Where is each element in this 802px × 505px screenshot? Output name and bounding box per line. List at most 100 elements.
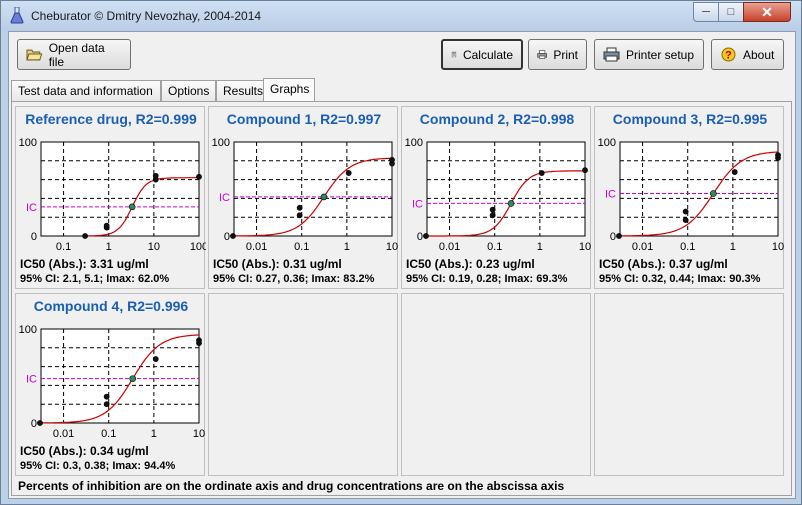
x-tick-label: 0.01: [632, 241, 653, 253]
data-point: [682, 208, 689, 215]
y-tick-label: 0: [417, 231, 423, 243]
ic50-value: IC50 (Abs.): 0.31 ug/ml: [213, 257, 342, 271]
ic50-marker: [507, 200, 515, 207]
close-icon: ✕: [761, 3, 773, 20]
data-point: [731, 169, 738, 175]
graph-title: Compound 1, R2=0.997: [226, 111, 382, 127]
minimize-icon: ─: [702, 6, 710, 18]
title-bar[interactable]: Cheburator © Dmitry Nevozhay, 2004-2014 …: [1, 1, 801, 31]
y-tick-label: 100: [405, 137, 423, 149]
open-data-file-button[interactable]: Open data file: [17, 39, 131, 70]
plot-area: [426, 141, 586, 237]
print-label: Print: [553, 47, 578, 62]
about-button[interactable]: ? About: [711, 39, 784, 70]
graph-title: Reference drug, R2=0.999: [25, 111, 197, 127]
x-tick-label: 0.01: [439, 241, 460, 253]
data-point: [230, 233, 236, 239]
ic-axis-label: IC: [26, 202, 37, 214]
x-tick-label: 100: [190, 241, 206, 253]
tab-graphs[interactable]: Graphs: [263, 78, 315, 102]
calculate-button[interactable]: Calculate: [441, 39, 523, 70]
dose-response-chart: 100 0 IC 0.01 0.1 1 10: [598, 137, 784, 253]
empty-graph-slot: [208, 293, 398, 476]
svg-text:?: ?: [725, 50, 732, 62]
ic50-marker: [129, 375, 137, 382]
x-tick-label: 0.1: [56, 241, 71, 253]
tab-label: Options: [168, 84, 210, 98]
dose-response-chart: 100 0 IC 0.1 1 10 100: [19, 137, 206, 253]
printer-setup-button[interactable]: Printer setup: [594, 39, 704, 70]
ic50-value: IC50 (Abs.): 0.34 ug/ml: [20, 444, 149, 458]
x-tick-label: 1: [344, 241, 350, 253]
confidence-interval: 95% CI: 0.3, 0.38; Imax: 94.4%: [20, 460, 176, 472]
y-tick-label: 0: [31, 231, 37, 243]
ic-axis-label: IC: [219, 192, 230, 204]
y-tick-label: 100: [212, 137, 230, 149]
data-point: [582, 167, 588, 174]
graph-title: Compound 4, R2=0.996: [33, 298, 189, 314]
x-tick-label: 0.1: [101, 428, 116, 440]
data-point: [489, 206, 496, 213]
graph-card: Compound 1, R2=0.997 100 0 IC 0.01 0.1 1 10 IC…: [208, 106, 398, 289]
y-tick-label: 0: [224, 231, 230, 243]
app-window: Cheburator © Dmitry Nevozhay, 2004-2014 …: [0, 0, 802, 505]
x-tick-label: 1: [151, 428, 157, 440]
data-point: [196, 337, 202, 344]
close-button[interactable]: ✕: [743, 2, 791, 22]
print-button[interactable]: Print: [528, 39, 587, 70]
data-point: [616, 233, 622, 239]
about-label: About: [743, 47, 775, 62]
empty-graph-slot: [401, 293, 591, 476]
ic50-value: IC50 (Abs.): 0.23 ug/ml: [406, 257, 535, 271]
ic50-value: IC50 (Abs.): 0.37 ug/ml: [599, 257, 728, 271]
x-tick-label: 1: [730, 241, 736, 253]
dose-response-chart: 100 0 IC 0.01 0.1 1 10: [212, 137, 398, 253]
tab-strip: Test data and information Options Result…: [9, 78, 795, 102]
printer-setup-label: Printer setup: [626, 47, 695, 62]
tab-options[interactable]: Options: [161, 80, 216, 101]
footer-note: Percents of inhibition are on the ordina…: [18, 479, 565, 493]
minimize-button[interactable]: ─: [693, 2, 719, 22]
plot-area: [40, 328, 200, 424]
ic-axis-label: IC: [605, 189, 616, 201]
confidence-interval: 95% CI: 0.19, 0.28; Imax: 69.3%: [406, 273, 568, 285]
confidence-interval: 95% CI: 0.32, 0.44; Imax: 90.3%: [599, 273, 761, 285]
data-point: [296, 204, 303, 211]
data-point: [196, 173, 202, 180]
data-point: [538, 170, 545, 176]
maximize-button[interactable]: □: [718, 2, 744, 22]
ic50-marker: [320, 193, 328, 201]
ic50-marker: [710, 190, 717, 197]
dose-response-chart: 100 0 IC 0.01 0.1 1 10: [19, 324, 205, 440]
main-area: Open data file Calculate Print Printer s…: [8, 31, 796, 499]
y-tick-label: 0: [610, 231, 616, 243]
data-point: [682, 217, 689, 223]
tab-results[interactable]: Results: [216, 80, 268, 101]
x-tick-label: 10: [772, 241, 784, 253]
graph-card: Compound 2, R2=0.998 100 0 IC 0.01 0.1 1 10 IC…: [401, 106, 591, 289]
toolbar: Open data file Calculate Print Printer s…: [9, 32, 795, 74]
graph-card: Reference drug, R2=0.999 100 0 IC 0.1 1 10 100…: [15, 106, 206, 289]
data-point: [489, 212, 496, 219]
plot-area: [40, 141, 200, 237]
y-tick-label: 0: [31, 418, 37, 430]
x-tick-label: 10: [148, 241, 160, 253]
graph-title: Compound 3, R2=0.995: [612, 111, 768, 127]
x-tick-label: 1: [537, 241, 543, 253]
window-title: Cheburator © Dmitry Nevozhay, 2004-2014: [31, 9, 262, 23]
y-tick-label: 100: [19, 324, 37, 336]
data-point: [296, 212, 303, 219]
x-tick-label: 10: [193, 428, 205, 440]
data-point: [103, 401, 110, 408]
tab-label: Test data and information: [18, 84, 153, 98]
open-data-file-label: Open data file: [48, 40, 105, 69]
tab-test-data[interactable]: Test data and information: [11, 80, 161, 101]
ic50-value: IC50 (Abs.): 3.31 ug/ml: [20, 257, 149, 271]
dose-response-chart: 100 0 IC 0.01 0.1 1 10: [405, 137, 591, 253]
data-point: [152, 356, 159, 362]
x-tick-label: 10: [386, 241, 398, 253]
graph-card: Compound 4, R2=0.996 100 0 IC 0.01 0.1 1 10 IC…: [15, 293, 205, 476]
printer-icon: [537, 50, 548, 59]
ic-axis-label: IC: [26, 374, 37, 386]
data-point: [423, 233, 429, 239]
